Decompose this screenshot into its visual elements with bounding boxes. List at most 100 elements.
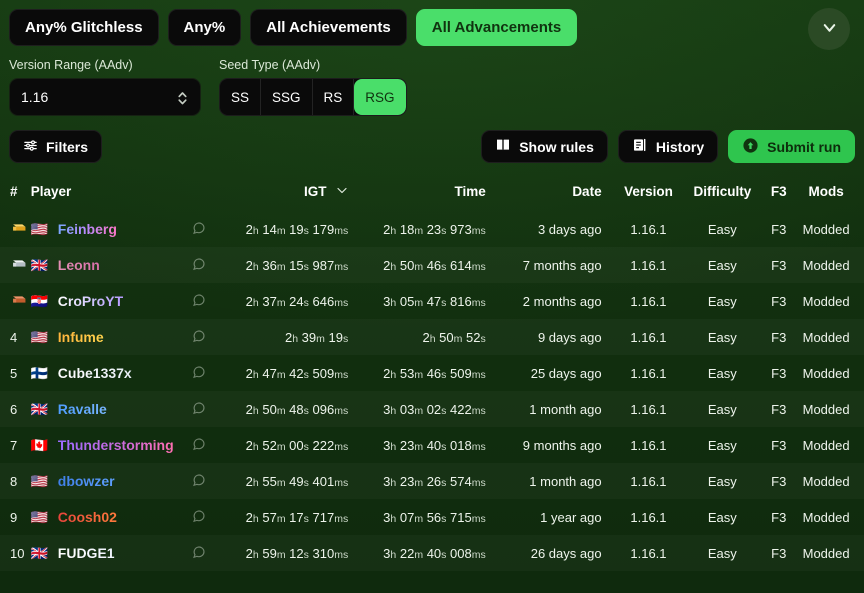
cell-comment[interactable] <box>180 427 219 463</box>
comment-bubble-icon[interactable] <box>192 331 206 346</box>
country-flag-icon: 🇺🇸 <box>31 222 50 236</box>
filters-button[interactable]: Filters <box>9 130 102 163</box>
cell-f3: F3 <box>761 499 796 535</box>
leaderboard-page: Any% Glitchless Any% All Achievements Al… <box>0 0 864 571</box>
player-name[interactable]: Coosh02 <box>58 509 117 525</box>
cell-player[interactable]: 🇭🇷CroProYT <box>31 283 180 319</box>
player-name[interactable]: Thunderstorming <box>58 437 174 453</box>
player-name[interactable]: Leonn <box>58 257 100 273</box>
cell-comment[interactable] <box>180 319 219 355</box>
cell-f3: F3 <box>761 319 796 355</box>
history-button[interactable]: History <box>618 130 718 163</box>
collapse-panel-button[interactable] <box>808 8 850 50</box>
comment-bubble-icon[interactable] <box>192 403 206 418</box>
table-row[interactable]: 8🇺🇸dbowzer2h 55m 49s 401ms3h 23m 26s 574… <box>0 463 864 499</box>
cell-difficulty: Easy <box>683 391 761 427</box>
player-name[interactable]: Feinberg <box>58 221 117 237</box>
cell-mods: Modded <box>796 391 864 427</box>
sliders-icon <box>23 138 38 156</box>
table-row[interactable]: 6🇬🇧Ravalle2h 50m 48s 096ms3h 03m 02s 422… <box>0 391 864 427</box>
submit-run-button[interactable]: Submit run <box>728 130 855 163</box>
version-range-select[interactable]: 1.16 <box>9 78 201 116</box>
cell-date: 25 days ago <box>501 355 614 391</box>
table-row[interactable]: 🇬🇧Leonn2h 36m 15s 987ms2h 50m 46s 614ms7… <box>0 247 864 283</box>
seed-type-option-rs[interactable]: RS <box>313 79 355 115</box>
show-rules-button[interactable]: Show rules <box>481 130 608 163</box>
tab-all-advancements[interactable]: All Advancements <box>416 9 578 46</box>
comment-bubble-icon[interactable] <box>192 511 206 526</box>
table-row[interactable]: 7🇨🇦Thunderstorming2h 52m 00s 222ms3h 23m… <box>0 427 864 463</box>
cell-player[interactable]: 🇨🇦Thunderstorming <box>31 427 180 463</box>
cell-player[interactable]: 🇺🇸Coosh02 <box>31 499 180 535</box>
column-time[interactable]: Time <box>362 177 501 211</box>
cell-igt: 2h 59m 12s 310ms <box>219 535 363 571</box>
player-name[interactable]: CroProYT <box>58 293 123 309</box>
column-igt[interactable]: IGT <box>219 177 363 211</box>
comment-bubble-icon[interactable] <box>192 547 206 562</box>
tab-any-percent-glitchless[interactable]: Any% Glitchless <box>9 9 159 46</box>
tab-any-percent[interactable]: Any% <box>168 9 242 46</box>
comment-bubble-icon[interactable] <box>192 223 206 238</box>
seed-type-option-ssg[interactable]: SSG <box>261 79 313 115</box>
player-name[interactable]: FUDGE1 <box>58 545 115 561</box>
cell-mods: Modded <box>796 463 864 499</box>
cell-comment[interactable] <box>180 211 219 247</box>
player-name[interactable]: Infume <box>58 329 104 345</box>
comment-bubble-icon[interactable] <box>192 367 206 382</box>
table-row[interactable]: 4🇺🇸Infume2h 39m 19s2h 50m 52s9 days ago1… <box>0 319 864 355</box>
table-row[interactable]: 5🇫🇮Cube1337x2h 47m 42s 509ms2h 53m 46s 5… <box>0 355 864 391</box>
cell-date: 1 month ago <box>501 463 614 499</box>
medal-gold-icon <box>10 221 27 238</box>
cell-difficulty: Easy <box>683 427 761 463</box>
cell-igt: 2h 57m 17s 717ms <box>219 499 363 535</box>
cell-player[interactable]: 🇺🇸dbowzer <box>31 463 180 499</box>
column-player[interactable]: Player <box>31 177 180 211</box>
comment-bubble-icon[interactable] <box>192 475 206 490</box>
cell-comment[interactable] <box>180 463 219 499</box>
cell-comment[interactable] <box>180 355 219 391</box>
column-difficulty[interactable]: Difficulty <box>683 177 761 211</box>
table-header: # Player IGT Time Date Version Difficult… <box>0 177 864 211</box>
cell-player[interactable]: 🇬🇧Ravalle <box>31 391 180 427</box>
action-bar: Filters Show rules <box>0 116 864 163</box>
table-row[interactable]: 9🇺🇸Coosh022h 57m 17s 717ms3h 07m 56s 715… <box>0 499 864 535</box>
cell-comment[interactable] <box>180 391 219 427</box>
cell-player[interactable]: 🇺🇸 Infume <box>31 319 180 355</box>
cell-rank: 6 <box>0 391 31 427</box>
version-range-value: 1.16 <box>21 89 48 105</box>
cell-time: 3h 22m 40s 008ms <box>362 535 501 571</box>
comment-bubble-icon[interactable] <box>192 439 206 454</box>
player-name[interactable]: dbowzer <box>58 473 115 489</box>
cell-player[interactable]: 🇺🇸 Feinberg <box>31 211 180 247</box>
seed-type-option-ss[interactable]: SS <box>220 79 261 115</box>
column-date[interactable]: Date <box>501 177 614 211</box>
cell-comment[interactable] <box>180 499 219 535</box>
cell-f3: F3 <box>761 535 796 571</box>
column-version[interactable]: Version <box>614 177 684 211</box>
country-flag-icon: 🇺🇸 <box>31 330 50 344</box>
cell-player[interactable]: 🇬🇧Leonn <box>31 247 180 283</box>
action-bar-right: Show rules History <box>481 130 855 163</box>
cell-date: 9 months ago <box>501 427 614 463</box>
cell-comment[interactable] <box>180 247 219 283</box>
player-name[interactable]: Ravalle <box>58 401 107 417</box>
column-rank[interactable]: # <box>0 177 31 211</box>
comment-bubble-icon[interactable] <box>192 259 206 274</box>
comment-bubble-icon[interactable] <box>192 295 206 310</box>
cell-comment[interactable] <box>180 283 219 319</box>
cell-player[interactable]: 🇬🇧FUDGE1 <box>31 535 180 571</box>
column-mods[interactable]: Mods <box>796 177 864 211</box>
cell-rank <box>0 283 31 319</box>
version-range-label: Version Range (AAdv) <box>9 58 201 72</box>
player-name[interactable]: Cube1337x <box>58 365 132 381</box>
table-row[interactable]: 🇺🇸Feinberg2h 14m 19s 179ms2h 18m 23s 973… <box>0 211 864 247</box>
cell-comment[interactable] <box>180 535 219 571</box>
seed-type-option-rsg[interactable]: RSG <box>354 79 405 115</box>
table-row[interactable]: 10🇬🇧FUDGE12h 59m 12s 310ms3h 22m 40s 008… <box>0 535 864 571</box>
tab-all-achievements[interactable]: All Achievements <box>250 9 407 46</box>
cell-mods: Modded <box>796 499 864 535</box>
column-f3[interactable]: F3 <box>761 177 796 211</box>
cell-date: 9 days ago <box>501 319 614 355</box>
cell-player[interactable]: 🇫🇮Cube1337x <box>31 355 180 391</box>
table-row[interactable]: 🇭🇷CroProYT2h 37m 24s 646ms3h 05m 47s 816… <box>0 283 864 319</box>
